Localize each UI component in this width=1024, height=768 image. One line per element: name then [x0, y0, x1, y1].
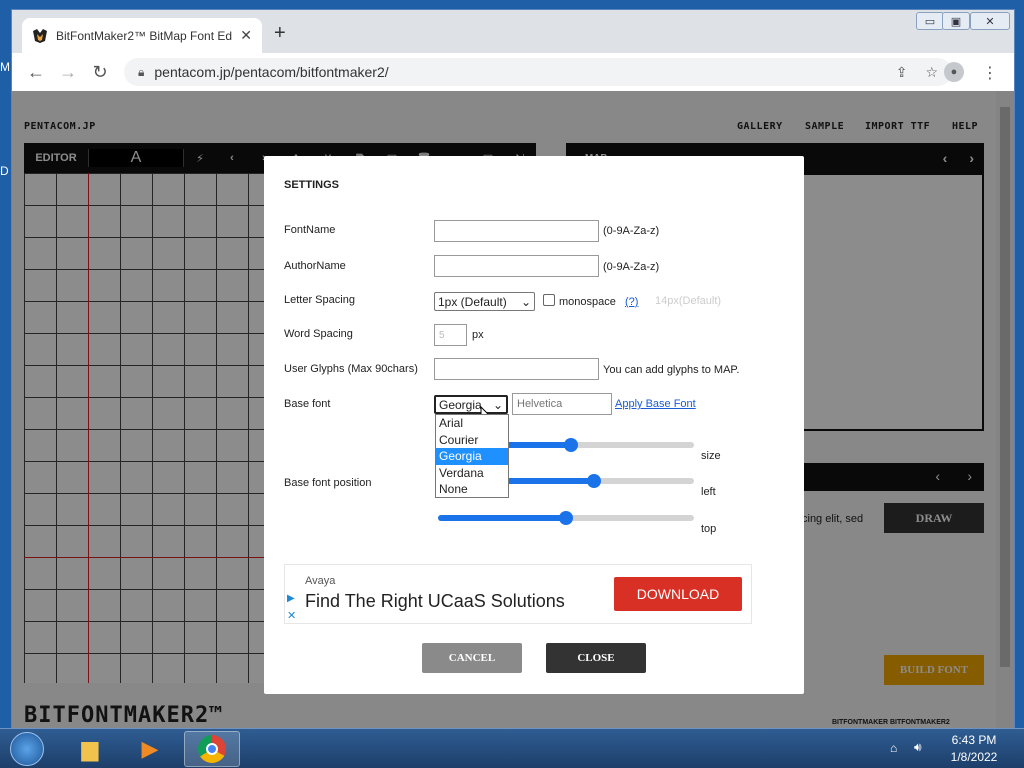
- bitfontmaker-favicon-icon: [33, 28, 47, 43]
- reload-icon[interactable]: ↻: [84, 62, 116, 83]
- taskbar-chrome[interactable]: [184, 731, 240, 767]
- close-tab-icon[interactable]: ✕: [240, 27, 252, 44]
- letter-spacing-select[interactable]: 1px (Default) ⌄: [434, 292, 535, 311]
- word-spacing-unit: px: [472, 329, 484, 341]
- font-name-input[interactable]: [434, 220, 599, 242]
- clock-date[interactable]: 1/8/2022: [944, 750, 1004, 764]
- base-font-position-label: Base font position: [284, 477, 372, 489]
- chrome-icon: [198, 735, 226, 763]
- browser-toolbar: ← → ↻ 🔒︎ pentacom.jp/pentacom/bitfontmak…: [12, 53, 1014, 91]
- author-name-hint: (0-9A-Za-z): [603, 261, 660, 273]
- slider-left-label: left: [701, 486, 716, 498]
- base-font-value: Georgia: [439, 397, 482, 412]
- word-spacing-label: Word Spacing: [284, 328, 353, 340]
- apply-base-font-link[interactable]: Apply Base Font: [615, 398, 696, 410]
- font-name-label: FontName: [284, 224, 336, 236]
- start-button[interactable]: [0, 731, 54, 767]
- minimize-window-icon[interactable]: ▭: [916, 12, 944, 30]
- monospace-width-select[interactable]: 14px(Default): [655, 295, 721, 307]
- ad-headline[interactable]: Find The Right UCaaS Solutions: [305, 591, 565, 612]
- lock-icon: 🔒︎: [138, 64, 145, 79]
- volume-icon[interactable]: 🔊︎: [914, 740, 922, 755]
- letter-spacing-label: Letter Spacing: [284, 294, 355, 306]
- author-name-input[interactable]: [434, 255, 599, 277]
- letter-spacing-value: 1px (Default): [438, 294, 507, 309]
- monospace-label: monospace: [559, 296, 616, 308]
- user-glyphs-hint: You can add glyphs to MAP.: [603, 364, 740, 376]
- share-icon[interactable]: ⇪: [896, 64, 908, 81]
- desktop-label-d: D: [0, 164, 9, 178]
- settings-title: SETTINGS: [284, 179, 340, 191]
- address-bar[interactable]: 🔒︎ pentacom.jp/pentacom/bitfontmaker2/ ⇪…: [124, 58, 952, 86]
- base-font-option[interactable]: Courier: [436, 432, 508, 449]
- slider-fill: [438, 515, 566, 521]
- network-icon[interactable]: ⌂: [890, 741, 897, 755]
- monospace-help-link[interactable]: (?): [625, 296, 638, 308]
- windows-orb-icon: [10, 732, 44, 766]
- new-tab-icon[interactable]: +: [274, 23, 286, 43]
- desktop-label-m: M: [0, 60, 10, 74]
- profile-avatar-icon[interactable]: ●: [944, 62, 964, 82]
- cancel-button[interactable]: CANCEL: [422, 643, 522, 673]
- font-name-hint: (0-9A-Za-z): [603, 225, 660, 237]
- chevron-down-icon: ⌄: [492, 397, 503, 412]
- word-spacing-input[interactable]: [434, 324, 467, 346]
- base-font-option[interactable]: Georgia: [436, 448, 508, 465]
- forward-icon[interactable]: →: [52, 62, 84, 83]
- slider-knob[interactable]: [564, 438, 579, 452]
- base-font-top-slider[interactable]: [438, 511, 694, 525]
- ad-play-icon: ▶: [287, 593, 295, 604]
- base-font-option[interactable]: Verdana: [436, 465, 508, 482]
- maximize-window-icon[interactable]: ▣: [942, 12, 970, 30]
- ad-close-icon[interactable]: ✕: [287, 609, 296, 622]
- clock-time[interactable]: 6:43 PM: [944, 733, 1004, 747]
- base-font-label: Base font: [284, 398, 331, 410]
- ad-banner[interactable]: Avaya Find The Right UCaaS Solutions ▶ ✕…: [284, 564, 752, 624]
- slider-knob[interactable]: [587, 474, 602, 488]
- chevron-down-icon: ⌄: [520, 294, 531, 309]
- media-player-icon: ▶: [141, 736, 159, 761]
- ad-advertiser: Avaya: [305, 575, 336, 587]
- user-glyphs-input[interactable]: [434, 358, 599, 380]
- slider-size-label: size: [701, 450, 721, 462]
- browser-tab[interactable]: BitFontMaker2™ BitMap Font Edi ✕: [22, 18, 262, 53]
- settings-dialog: SETTINGS FontName (0-9A-Za-z) AuthorName…: [264, 156, 804, 694]
- tab-title: BitFontMaker2™ BitMap Font Edi: [56, 28, 233, 43]
- base-font-dropdown: Arial Courier Georgia Verdana None: [435, 414, 509, 498]
- back-icon[interactable]: ←: [20, 62, 52, 83]
- tab-strip: BitFontMaker2™ BitMap Font Edi ✕ + ▭ ▣ ✕: [12, 10, 1014, 53]
- taskbar-explorer[interactable]: ▆: [62, 731, 118, 767]
- monospace-checkbox[interactable]: [543, 294, 555, 306]
- slider-knob[interactable]: [559, 511, 573, 525]
- url-text: pentacom.jp/pentacom/bitfontmaker2/: [154, 64, 389, 80]
- base-font-option[interactable]: None: [436, 481, 508, 498]
- folder-icon: ▆: [81, 736, 99, 761]
- base-font-select[interactable]: Georgia ⌄: [434, 395, 508, 414]
- close-window-icon[interactable]: ✕: [970, 12, 1010, 30]
- user-glyphs-label: User Glyphs (Max 90chars): [284, 363, 418, 375]
- close-button[interactable]: CLOSE: [546, 643, 646, 673]
- base-font-option[interactable]: Arial: [436, 415, 508, 432]
- custom-base-font-input[interactable]: [512, 393, 612, 415]
- taskbar-media-player[interactable]: ▶: [122, 731, 178, 767]
- author-name-label: AuthorName: [284, 260, 346, 272]
- menu-kebab-icon[interactable]: ⋮: [982, 63, 998, 83]
- ad-download-button[interactable]: DOWNLOAD: [614, 577, 742, 611]
- slider-top-label: top: [701, 523, 717, 535]
- windows-taskbar: ▆ ▶ ⌂ 🔊︎ 6:43 PM 1/8/2022: [0, 728, 1024, 768]
- bookmark-star-icon[interactable]: ☆: [925, 64, 938, 81]
